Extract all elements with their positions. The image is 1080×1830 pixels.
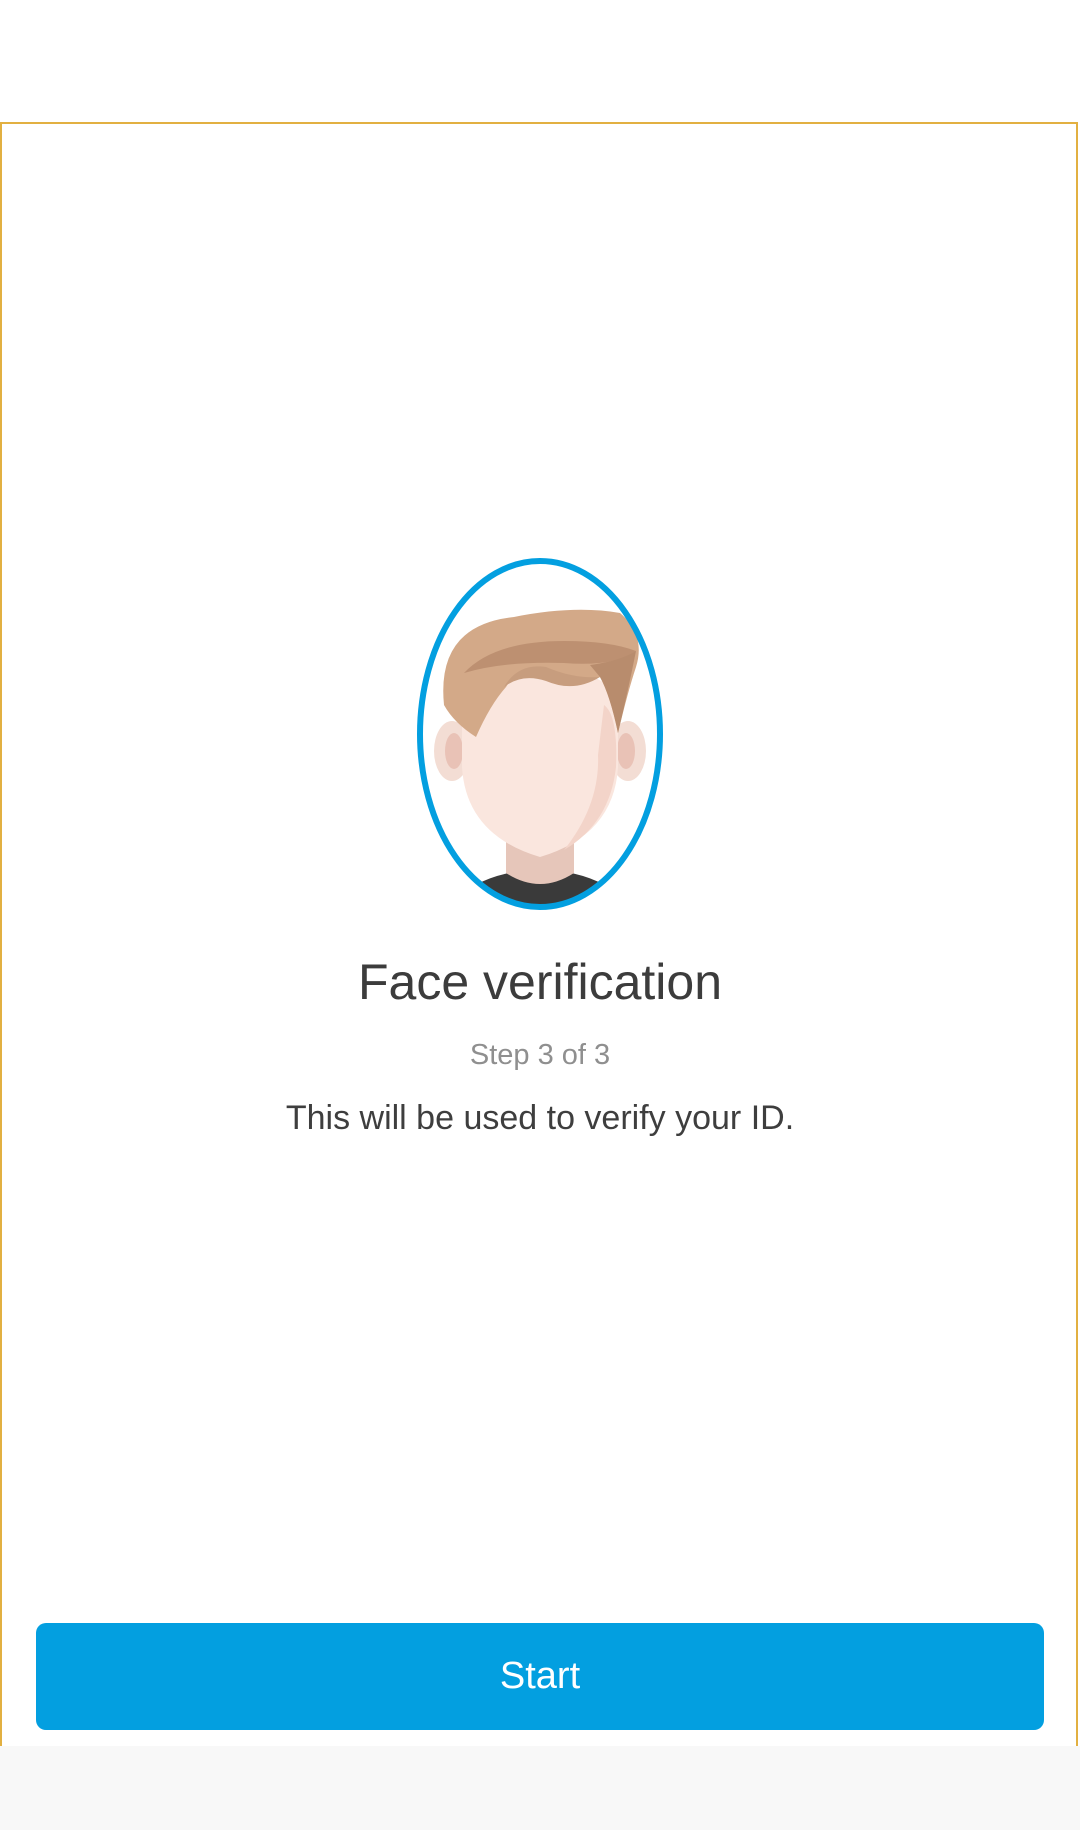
status-bar-area <box>0 0 1080 123</box>
face-portrait-icon <box>417 558 663 910</box>
content-frame <box>0 122 1078 1746</box>
navigation-bar-area <box>0 1746 1080 1830</box>
description-text: This will be used to verify your ID. <box>285 1099 795 1137</box>
start-button[interactable]: Start <box>36 1623 1044 1730</box>
step-indicator: Step 3 of 3 <box>469 1039 611 1071</box>
page-title: Face verification <box>357 954 723 1010</box>
